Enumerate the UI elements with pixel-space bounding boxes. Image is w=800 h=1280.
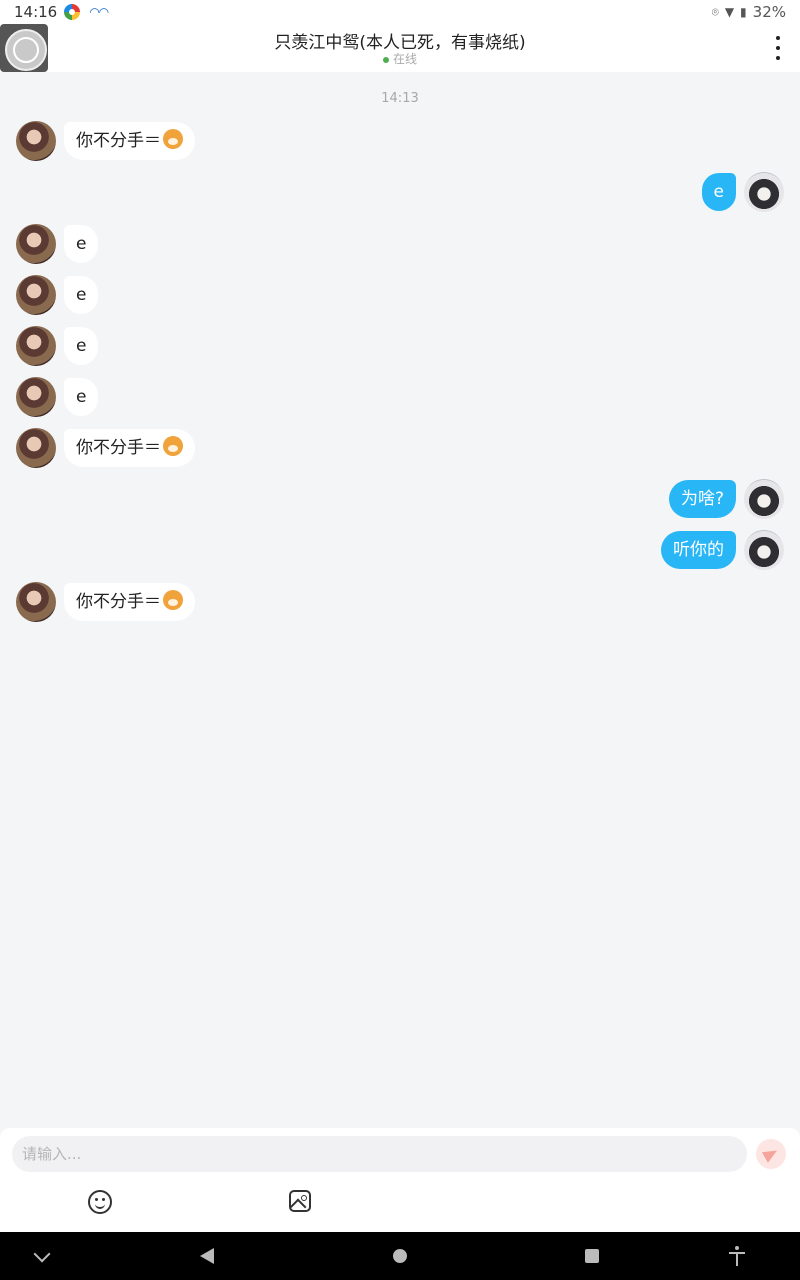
message-bubble[interactable]: e (64, 276, 99, 314)
message-bubble[interactable]: 你不分手＝ (64, 583, 195, 621)
message-row: 你不分手＝ (16, 121, 206, 163)
message-text: e (713, 182, 724, 202)
message-text: 你不分手＝ (76, 438, 161, 458)
battery-level: 32% (752, 3, 786, 21)
battery-icon: ▮ (740, 5, 747, 19)
message-bubble[interactable]: 你不分手＝ (64, 122, 195, 160)
message-row: e (684, 172, 784, 214)
contact-avatar[interactable] (16, 326, 56, 366)
contact-avatar[interactable] (16, 275, 56, 315)
accessibility-icon[interactable] (728, 1246, 746, 1266)
my-avatar[interactable] (744, 172, 784, 212)
status-bar: 14:16 ◠◠ ⌾ ▼ ▮ 32% (0, 0, 800, 24)
message-text: 你不分手＝ (76, 592, 161, 612)
location-icon: ⌾ (711, 4, 719, 19)
contact-avatar[interactable] (16, 582, 56, 622)
message-text: 听你的 (673, 540, 724, 560)
message-row: 听你的 (644, 530, 784, 572)
contact-avatar[interactable] (16, 121, 56, 161)
message-row: 为啥? (644, 479, 784, 521)
online-dot-icon (382, 56, 389, 63)
message-row: e (16, 326, 116, 368)
online-status: 在线 (0, 50, 800, 67)
message-text: e (76, 387, 87, 407)
message-text: e (76, 285, 87, 305)
app-notification-icon (64, 4, 80, 20)
nav-home-icon[interactable] (393, 1249, 407, 1263)
status-icons: ⌾ ▼ ▮ 32% (712, 3, 786, 21)
online-status-label: 在线 (392, 52, 417, 66)
emoji-picker-icon[interactable] (88, 1190, 112, 1214)
message-row: e (16, 377, 116, 419)
nav-recents-icon[interactable] (585, 1249, 599, 1263)
message-bubble[interactable]: 为啥? (668, 480, 736, 518)
dog-face-emoji-icon (163, 590, 183, 610)
system-nav-bar (0, 1232, 800, 1280)
dog-face-emoji-icon (163, 436, 183, 456)
message-text: 你不分手＝ (76, 131, 161, 151)
message-input[interactable] (12, 1136, 747, 1172)
status-time: 14:16 (14, 3, 58, 21)
contact-avatar[interactable] (16, 224, 56, 264)
message-row: 你不分手＝ (16, 428, 206, 470)
message-timestamp: 14:13 (381, 91, 419, 106)
input-bar (0, 1128, 800, 1232)
message-bubble[interactable]: 你不分手＝ (64, 429, 195, 467)
send-button[interactable] (756, 1139, 786, 1169)
message-text: 为啥? (680, 489, 724, 509)
nav-back-icon[interactable] (200, 1248, 214, 1264)
my-avatar[interactable] (744, 479, 784, 519)
contact-avatar[interactable] (16, 428, 56, 468)
image-picker-icon[interactable] (289, 1190, 311, 1212)
message-text: e (76, 234, 87, 254)
message-text: e (76, 336, 87, 356)
wifi-icon: ▼ (724, 5, 735, 19)
message-bubble[interactable]: e (64, 327, 99, 365)
message-bubble[interactable]: e (701, 173, 736, 211)
message-bubble[interactable]: e (64, 225, 99, 263)
app-notification-icon-2: ◠◠ (90, 5, 109, 19)
message-bubble[interactable]: e (64, 378, 99, 416)
message-row: 你不分手＝ (16, 582, 206, 624)
contact-avatar[interactable] (16, 377, 56, 417)
message-row: e (16, 224, 116, 266)
my-avatar[interactable] (744, 530, 784, 570)
chat-header: 只羡江中鸳(本人已死，有事烧纸) 在线 (0, 24, 800, 72)
message-bubble[interactable]: 听你的 (661, 531, 736, 569)
more-options-icon[interactable] (774, 36, 782, 60)
message-row: e (16, 275, 116, 317)
hide-keyboard-icon[interactable] (33, 1245, 51, 1263)
dog-face-emoji-icon (163, 129, 183, 149)
